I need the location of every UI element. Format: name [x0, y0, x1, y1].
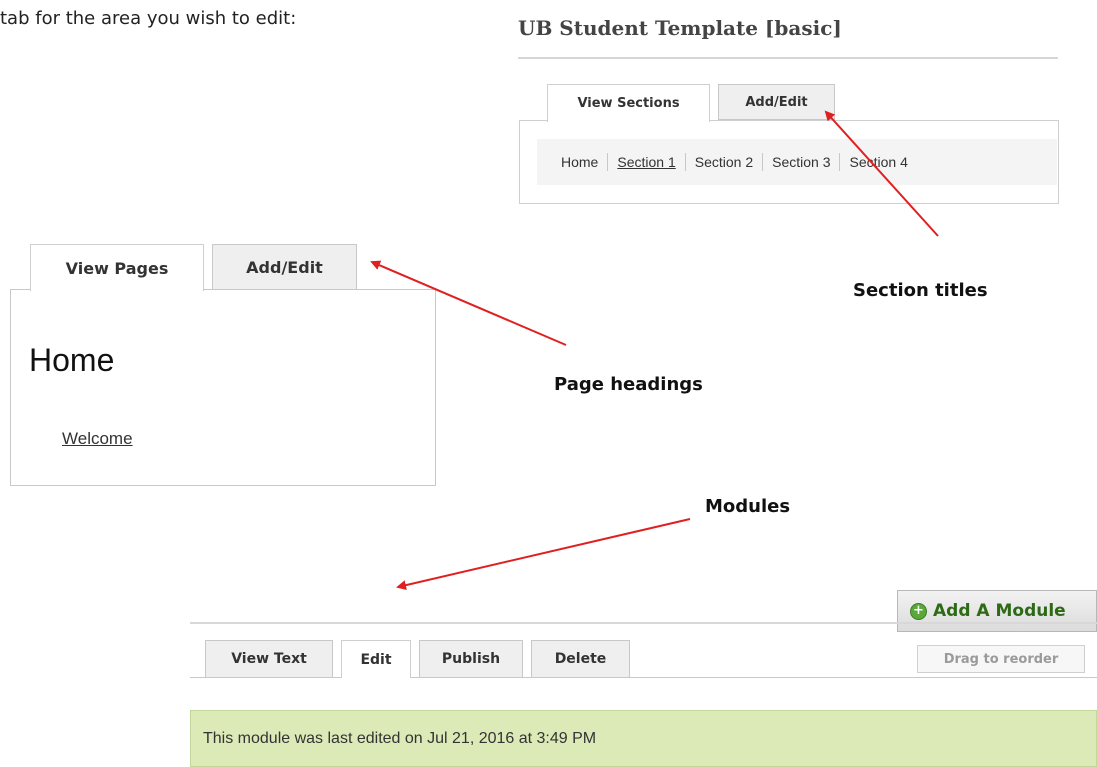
- label-page-headings: Page headings: [554, 374, 703, 395]
- plus-circle-icon: +: [910, 602, 927, 620]
- page-heading: Home: [29, 342, 115, 378]
- tab-add-edit-pages[interactable]: Add/Edit: [212, 244, 357, 290]
- title-divider: [518, 57, 1058, 59]
- label-modules: Modules: [705, 496, 791, 517]
- module-edited-notice: This module was last edited on Jul 21, 2…: [190, 710, 1097, 767]
- page-link-welcome[interactable]: Welcome: [62, 429, 133, 449]
- section-3[interactable]: Section 3: [772, 154, 830, 170]
- tab-delete[interactable]: Delete: [531, 640, 630, 678]
- section-home[interactable]: Home: [561, 154, 598, 170]
- arrow-to-module-area: [396, 518, 691, 591]
- section-2[interactable]: Section 2: [695, 154, 753, 170]
- section-separator: [607, 153, 609, 171]
- section-4[interactable]: Section 4: [849, 154, 907, 170]
- tab-view-sections[interactable]: View Sections: [547, 84, 710, 122]
- tab-publish[interactable]: Publish: [419, 640, 523, 678]
- tab-view-pages[interactable]: View Pages: [30, 244, 204, 291]
- pages-panel: [10, 289, 436, 486]
- section-separator: [684, 153, 686, 171]
- sections-nav: Home Section 1 Section 2 Section 3 Secti…: [561, 139, 908, 185]
- sections-panel: Home Section 1 Section 2 Section 3 Secti…: [519, 120, 1059, 204]
- tab-edit[interactable]: Edit: [341, 640, 411, 678]
- section-separator: [839, 153, 841, 171]
- drag-to-reorder-button[interactable]: Drag to reorder: [917, 645, 1085, 673]
- add-module-label: Add A Module: [933, 601, 1066, 621]
- section-separator: [762, 153, 764, 171]
- add-module-button[interactable]: + Add A Module: [897, 590, 1097, 632]
- label-section-titles: Section titles: [853, 280, 988, 301]
- section-1[interactable]: Section 1: [617, 154, 675, 170]
- tab-view-text[interactable]: View Text: [205, 640, 333, 678]
- module-divider: [190, 622, 1097, 624]
- tab-add-edit-sections[interactable]: Add/Edit: [718, 84, 835, 120]
- intro-text: tab for the area you wish to edit:: [0, 8, 297, 29]
- template-title: UB Student Template [basic]: [518, 16, 842, 40]
- sections-bar: Home Section 1 Section 2 Section 3 Secti…: [537, 139, 1057, 185]
- module-tab-baseline: [190, 677, 1097, 678]
